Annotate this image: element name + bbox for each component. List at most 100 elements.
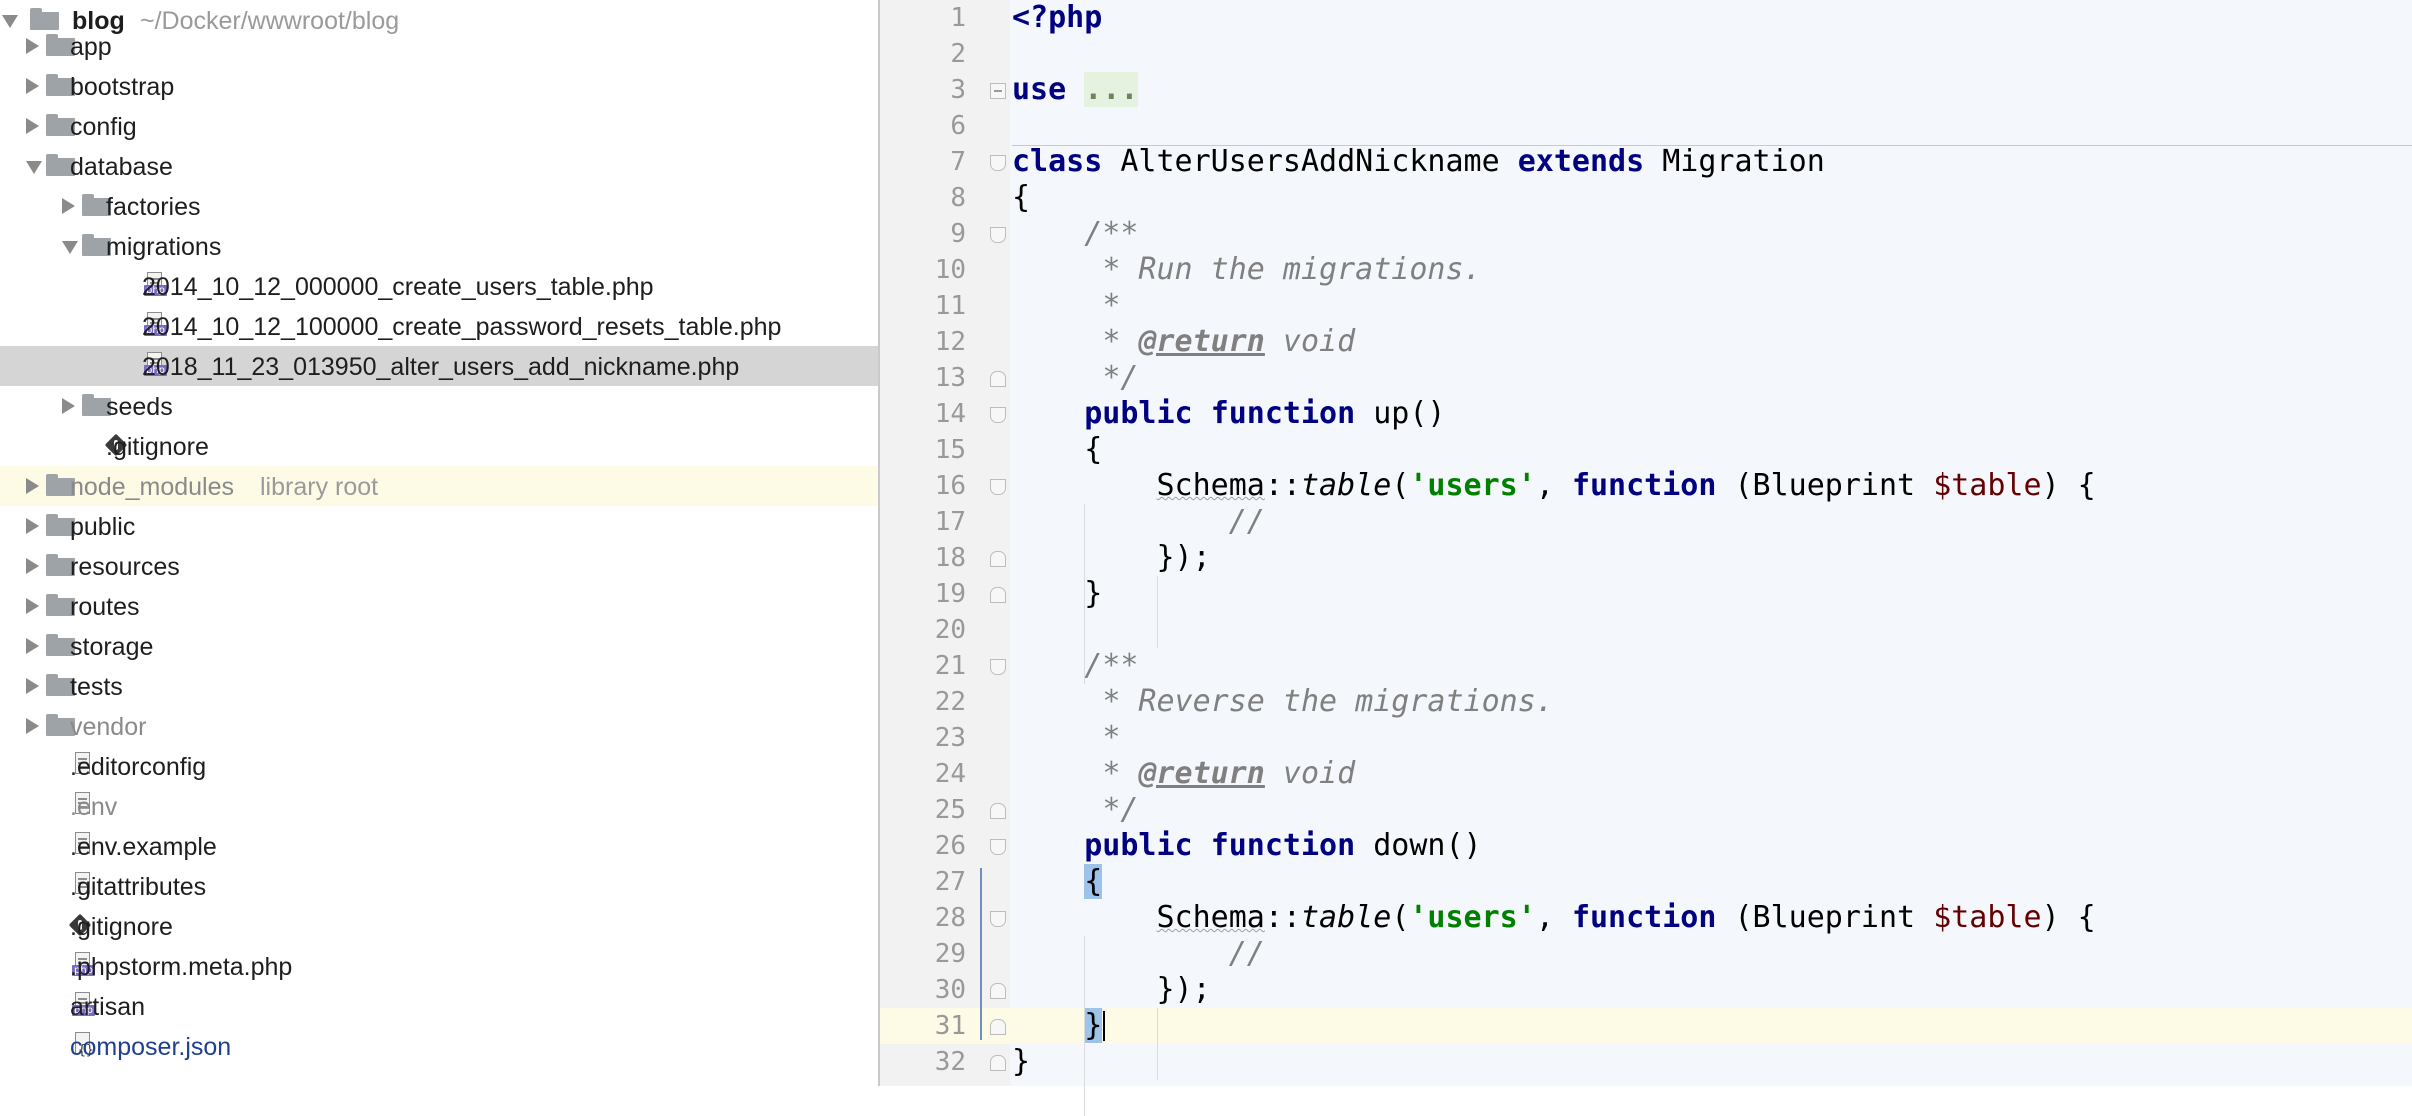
indent-guide bbox=[1156, 576, 1158, 648]
tree-folder-row[interactable]: factories bbox=[0, 186, 878, 226]
tree-folder-row[interactable]: tests bbox=[0, 666, 878, 706]
fold-collapse-icon[interactable] bbox=[990, 1055, 1006, 1071]
collapsed-arrow-icon[interactable] bbox=[26, 678, 39, 694]
code-line[interactable]: { bbox=[1012, 432, 1102, 468]
tree-item-label: .gitattributes bbox=[70, 873, 207, 901]
tree-item-label: factories bbox=[106, 193, 201, 221]
code-line[interactable]: // bbox=[1012, 936, 1265, 972]
code-line[interactable]: Schema::table('users', function (Bluepri… bbox=[1012, 900, 2096, 936]
line-number: 14 bbox=[934, 399, 966, 429]
tree-folder-row[interactable]: vendor bbox=[0, 706, 878, 746]
tree-item-label: artisan bbox=[70, 993, 146, 1021]
tree-folder-row[interactable]: bootstrap bbox=[0, 66, 878, 106]
fold-collapse-icon[interactable] bbox=[990, 587, 1006, 603]
tree-folder-row[interactable]: seeds bbox=[0, 386, 878, 426]
code-line[interactable]: /** bbox=[1012, 216, 1138, 252]
fold-collapse-icon[interactable] bbox=[990, 839, 1006, 855]
collapsed-arrow-icon[interactable] bbox=[26, 118, 39, 134]
collapsed-arrow-icon[interactable] bbox=[26, 598, 39, 614]
tree-folder-row[interactable]: config bbox=[0, 106, 878, 146]
code-line[interactable]: }); bbox=[1012, 540, 1210, 576]
code-line[interactable]: } bbox=[1012, 576, 1102, 612]
tree-folder-row[interactable]: storage bbox=[0, 626, 878, 666]
fold-expand-icon[interactable] bbox=[990, 83, 1006, 99]
collapsed-arrow-icon[interactable] bbox=[62, 198, 75, 214]
code-line[interactable]: * Reverse the migrations. bbox=[1012, 684, 1554, 720]
tree-folder-row[interactable]: public bbox=[0, 506, 878, 546]
code-line[interactable]: } bbox=[1012, 1044, 1030, 1080]
vcs-change-marker[interactable] bbox=[980, 868, 982, 1040]
code-line[interactable]: use ... bbox=[1012, 72, 1139, 108]
code-line[interactable]: public function up() bbox=[1012, 396, 1445, 432]
tree-item-label: .env.example bbox=[70, 833, 217, 861]
code-line[interactable]: public function down() bbox=[1012, 828, 1481, 864]
code-line[interactable]: } bbox=[1012, 1008, 1103, 1044]
expanded-arrow-icon[interactable] bbox=[62, 241, 78, 254]
code-line[interactable]: Schema::table('users', function (Bluepri… bbox=[1012, 468, 2096, 504]
tree-file-row[interactable]: .gitattributes bbox=[0, 866, 878, 906]
expanded-arrow-icon[interactable] bbox=[26, 161, 42, 174]
collapsed-arrow-icon[interactable] bbox=[62, 398, 75, 414]
tree-file-row[interactable]: {} composer.json bbox=[0, 1026, 878, 1066]
line-number: 23 bbox=[934, 723, 966, 753]
collapsed-arrow-icon[interactable] bbox=[26, 478, 39, 494]
line-number: 17 bbox=[934, 507, 966, 537]
line-number: 2 bbox=[950, 39, 966, 69]
code-line[interactable]: { bbox=[1012, 864, 1103, 900]
project-tree: blog ~/Docker/wwwroot/blog app bootstrap c… bbox=[0, 0, 878, 1086]
tree-file-row[interactable]: .gitignore bbox=[0, 426, 878, 466]
code-line[interactable]: */ bbox=[1012, 360, 1138, 396]
tree-file-row[interactable]: .gitignore bbox=[0, 906, 878, 946]
fold-collapse-icon[interactable] bbox=[990, 659, 1006, 675]
tree-file-row[interactable]: php 2014_10_12_100000_create_password_res… bbox=[0, 306, 878, 346]
line-number: 16 bbox=[934, 471, 966, 501]
code-line[interactable]: { bbox=[1012, 180, 1030, 216]
code-line[interactable]: * @return void bbox=[1012, 324, 1355, 360]
tree-file-row[interactable]: php 2018_11_23_013950_alter_users_add_nic… bbox=[0, 346, 878, 386]
collapsed-arrow-icon[interactable] bbox=[26, 518, 39, 534]
code-line[interactable]: <?php bbox=[1012, 0, 1102, 36]
tree-folder-row[interactable]: routes bbox=[0, 586, 878, 626]
collapsed-arrow-icon[interactable] bbox=[26, 78, 39, 94]
tree-file-row[interactable]: php .phpstorm.meta.php bbox=[0, 946, 878, 986]
library-root-hint: library root bbox=[260, 473, 379, 501]
line-number: 25 bbox=[934, 795, 966, 825]
fold-collapse-icon[interactable] bbox=[990, 803, 1006, 819]
collapsed-arrow-icon[interactable] bbox=[26, 718, 39, 734]
collapsed-arrow-icon[interactable] bbox=[26, 558, 39, 574]
code-line[interactable]: * bbox=[1012, 288, 1120, 324]
code-line[interactable]: * Run the migrations. bbox=[1012, 252, 1481, 288]
tree-file-row[interactable]: .env bbox=[0, 786, 878, 826]
fold-collapse-icon[interactable] bbox=[990, 911, 1006, 927]
fold-collapse-icon[interactable] bbox=[990, 1019, 1006, 1035]
fold-collapse-icon[interactable] bbox=[990, 227, 1006, 243]
fold-collapse-icon[interactable] bbox=[990, 551, 1006, 567]
code-line[interactable]: * @return void bbox=[1012, 756, 1355, 792]
tree-folder-row[interactable]: database bbox=[0, 146, 878, 186]
collapsed-arrow-icon[interactable] bbox=[26, 38, 39, 54]
fold-collapse-icon[interactable] bbox=[990, 407, 1006, 423]
tree-folder-row[interactable]: node_modules library root bbox=[0, 466, 878, 506]
tree-file-row[interactable]: php artisan bbox=[0, 986, 878, 1026]
code-line[interactable]: /** bbox=[1012, 648, 1138, 684]
tree-folder-row[interactable]: migrations bbox=[0, 226, 878, 266]
fold-collapse-icon[interactable] bbox=[990, 371, 1006, 387]
tree-file-row[interactable]: php 2014_10_12_000000_create_users_table.… bbox=[0, 266, 878, 306]
code-line[interactable]: * bbox=[1012, 720, 1120, 756]
line-number: 29 bbox=[934, 939, 966, 969]
tree-item-label: vendor bbox=[70, 713, 147, 741]
tree-file-row[interactable]: .env.example bbox=[0, 826, 878, 866]
code-line[interactable]: */ bbox=[1012, 792, 1138, 828]
code-line[interactable]: class AlterUsersAddNickname extends Migr… bbox=[1012, 144, 1825, 180]
tree-file-row[interactable]: .editorconfig bbox=[0, 746, 878, 786]
code-line[interactable]: // bbox=[1012, 504, 1265, 540]
line-number: 12 bbox=[934, 327, 966, 357]
fold-collapse-icon[interactable] bbox=[990, 155, 1006, 171]
line-number: 18 bbox=[934, 543, 966, 573]
code-line[interactable]: }); bbox=[1012, 972, 1210, 1008]
fold-collapse-icon[interactable] bbox=[990, 479, 1006, 495]
tree-folder-row[interactable]: resources bbox=[0, 546, 878, 586]
fold-collapse-icon[interactable] bbox=[990, 983, 1006, 999]
tree-folder-row[interactable]: app bbox=[0, 26, 878, 66]
collapsed-arrow-icon[interactable] bbox=[26, 638, 39, 654]
